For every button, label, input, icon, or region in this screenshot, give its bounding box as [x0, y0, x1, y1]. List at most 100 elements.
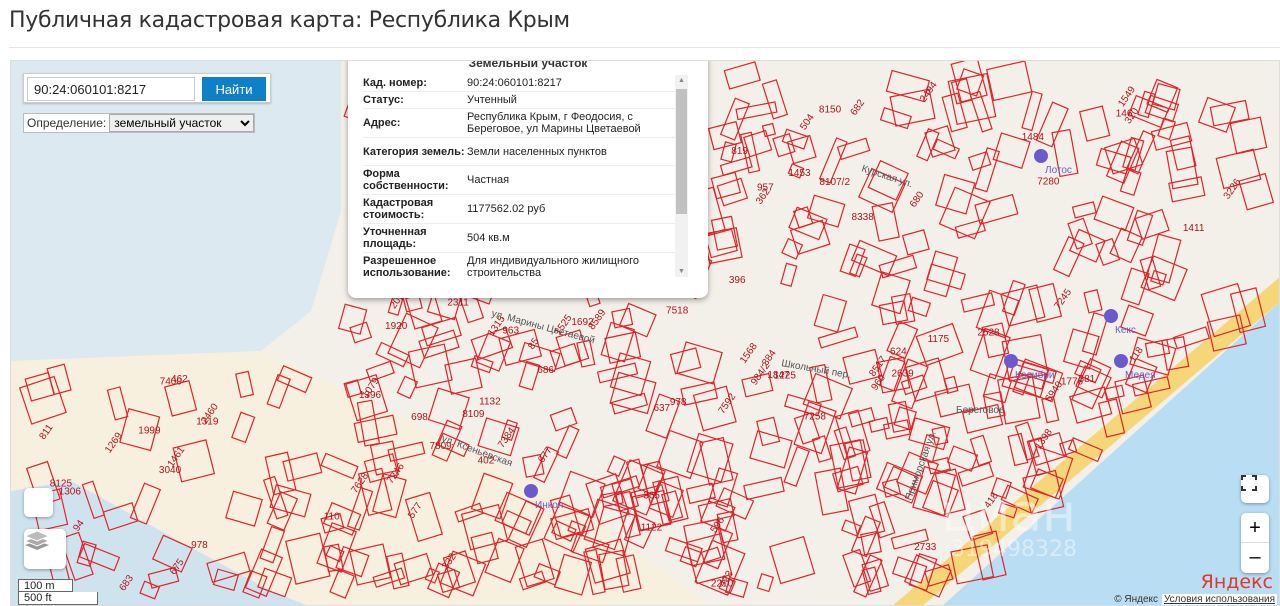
parcel[interactable]: [1120, 267, 1150, 306]
parcel[interactable]: [723, 61, 761, 90]
parcel[interactable]: [1238, 172, 1275, 211]
parcel[interactable]: [715, 487, 755, 520]
parcel[interactable]: [850, 239, 898, 277]
parcel[interactable]: [1078, 105, 1111, 142]
parcel[interactable]: [618, 302, 657, 338]
poi-label[interactable]: Колибри: [1015, 369, 1054, 381]
terms-link[interactable]: Условия использования: [1162, 594, 1277, 605]
parcel[interactable]: [957, 462, 995, 487]
parcel[interactable]: [847, 493, 886, 539]
parcel[interactable]: [749, 430, 793, 469]
parcel[interactable]: [887, 400, 912, 433]
scroll-up-icon[interactable]: ▲: [678, 77, 685, 84]
cadastral-map[interactable]: Курская ул. ул. Марины Цветаевой Школьный …: [10, 60, 1280, 606]
parcel[interactable]: [836, 137, 871, 161]
find-button[interactable]: Найти: [202, 77, 266, 101]
parcel[interactable]: [985, 61, 1033, 102]
parcel[interactable]: [831, 465, 864, 493]
parcel[interactable]: [1062, 328, 1100, 370]
scrollbar-thumb[interactable]: [676, 89, 687, 214]
parcel[interactable]: [1197, 96, 1237, 133]
attribution: © Яндекс Условия использования: [1114, 594, 1277, 605]
parcel[interactable]: [1095, 237, 1121, 267]
parcel[interactable]: [604, 331, 642, 364]
parcel[interactable]: [1083, 288, 1103, 314]
poi-icon[interactable]: [524, 484, 538, 498]
parcel[interactable]: [969, 90, 993, 133]
parcel[interactable]: [475, 332, 512, 372]
poi-label[interactable]: Лотос: [1045, 165, 1072, 176]
parcel[interactable]: [756, 573, 775, 593]
parcel[interactable]: [1093, 195, 1135, 232]
parcel[interactable]: [789, 219, 831, 255]
poi-icon[interactable]: [1004, 354, 1018, 368]
poi-icon[interactable]: [1104, 309, 1118, 323]
parcel[interactable]: [879, 106, 913, 130]
parcel[interactable]: [337, 303, 368, 335]
cadastral-number-input[interactable]: [27, 77, 195, 101]
parcel[interactable]: [1157, 117, 1177, 141]
parcel[interactable]: [946, 445, 979, 472]
parcel[interactable]: [769, 535, 816, 585]
popup-scrollbar[interactable]: ▲ ▼: [675, 75, 688, 277]
parcel[interactable]: [813, 293, 848, 333]
parcel[interactable]: [969, 434, 993, 467]
parcel[interactable]: [1001, 279, 1026, 316]
parcel[interactable]: [926, 263, 967, 291]
parcel[interactable]: [923, 250, 959, 298]
definition-select[interactable]: земельный участок: [109, 114, 255, 132]
parcel[interactable]: [716, 177, 749, 207]
parcel[interactable]: [781, 237, 804, 260]
parcel[interactable]: [954, 218, 986, 239]
parcel[interactable]: [853, 554, 883, 598]
poi-label[interactable]: Медея: [1125, 370, 1156, 381]
parcel[interactable]: [664, 536, 703, 563]
parcel[interactable]: [1105, 140, 1140, 185]
parcel[interactable]: [780, 262, 798, 288]
info-row: Адрес: Республика Крым, г Феодосия, с Бер…: [363, 109, 688, 138]
parcel[interactable]: [871, 271, 911, 315]
parcel[interactable]: [967, 150, 992, 171]
ruler-button[interactable]: [24, 488, 53, 517]
parcel[interactable]: [840, 519, 862, 537]
parcel[interactable]: [783, 445, 810, 487]
parcel[interactable]: [1134, 208, 1170, 241]
zoom-out-button[interactable]: –: [1241, 543, 1269, 573]
parcel[interactable]: [1168, 176, 1206, 203]
parcel[interactable]: [1229, 116, 1268, 155]
yandex-logo[interactable]: Яндекс: [1201, 571, 1273, 593]
poi-label[interactable]: Инкон: [535, 500, 563, 511]
parcel[interactable]: [761, 122, 777, 138]
poi-label[interactable]: Кекс: [1115, 325, 1136, 336]
layers-button[interactable]: [24, 529, 66, 569]
parcel[interactable]: [1007, 432, 1029, 467]
parcel[interactable]: [935, 173, 976, 215]
parcel[interactable]: [444, 357, 483, 395]
parcel[interactable]: [814, 467, 849, 516]
parcel[interactable]: [1021, 90, 1043, 132]
parcel[interactable]: [606, 455, 627, 477]
parcel[interactable]: [871, 201, 900, 242]
parcel[interactable]: [1071, 201, 1097, 219]
parcel[interactable]: [960, 292, 996, 313]
poi-icon[interactable]: [1114, 354, 1128, 368]
parcel-label: 1398: [1033, 427, 1055, 452]
scroll-down-icon[interactable]: ▼: [678, 268, 685, 275]
parcel[interactable]: [788, 206, 828, 241]
parcel[interactable]: [1144, 338, 1171, 359]
parcel[interactable]: [420, 316, 462, 347]
parcel[interactable]: [610, 392, 649, 415]
parcel[interactable]: [1067, 217, 1094, 250]
parcel[interactable]: [596, 362, 639, 384]
zoom-in-button[interactable]: +: [1241, 513, 1269, 543]
parcel[interactable]: [1052, 235, 1085, 278]
parcel[interactable]: [555, 424, 580, 460]
parcel[interactable]: [781, 128, 809, 150]
parcel[interactable]: [669, 347, 702, 375]
parcel[interactable]: [890, 293, 916, 325]
fullscreen-button[interactable]: [1241, 475, 1269, 503]
parcel[interactable]: [743, 476, 785, 501]
parcel[interactable]: [901, 229, 930, 256]
parcel[interactable]: [418, 329, 460, 360]
poi-icon[interactable]: [1034, 149, 1048, 163]
